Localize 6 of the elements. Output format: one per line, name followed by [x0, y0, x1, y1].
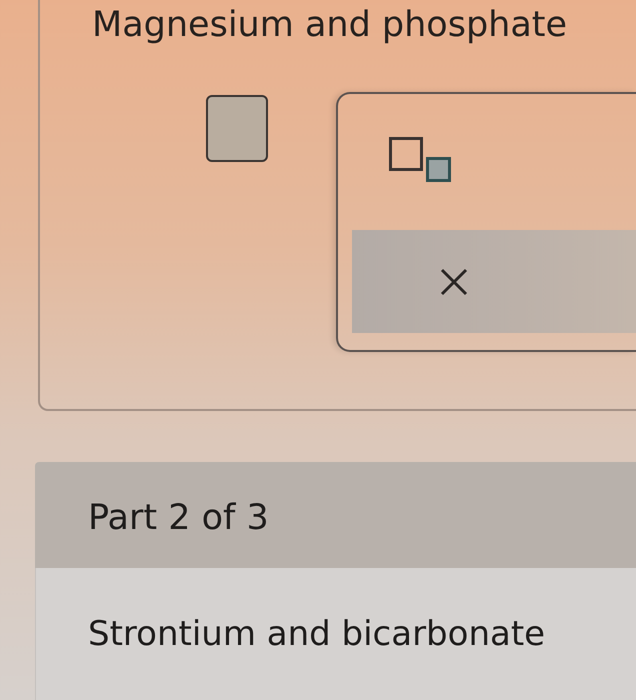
- answer-box[interactable]: [206, 95, 268, 162]
- part-header: Part 2 of 3: [35, 462, 636, 568]
- close-icon[interactable]: [440, 268, 468, 296]
- question-text: Magnesium and phosphate: [92, 4, 568, 46]
- subscript-icon[interactable]: [389, 137, 451, 182]
- question-text: Strontium and bicarbonate: [88, 614, 546, 654]
